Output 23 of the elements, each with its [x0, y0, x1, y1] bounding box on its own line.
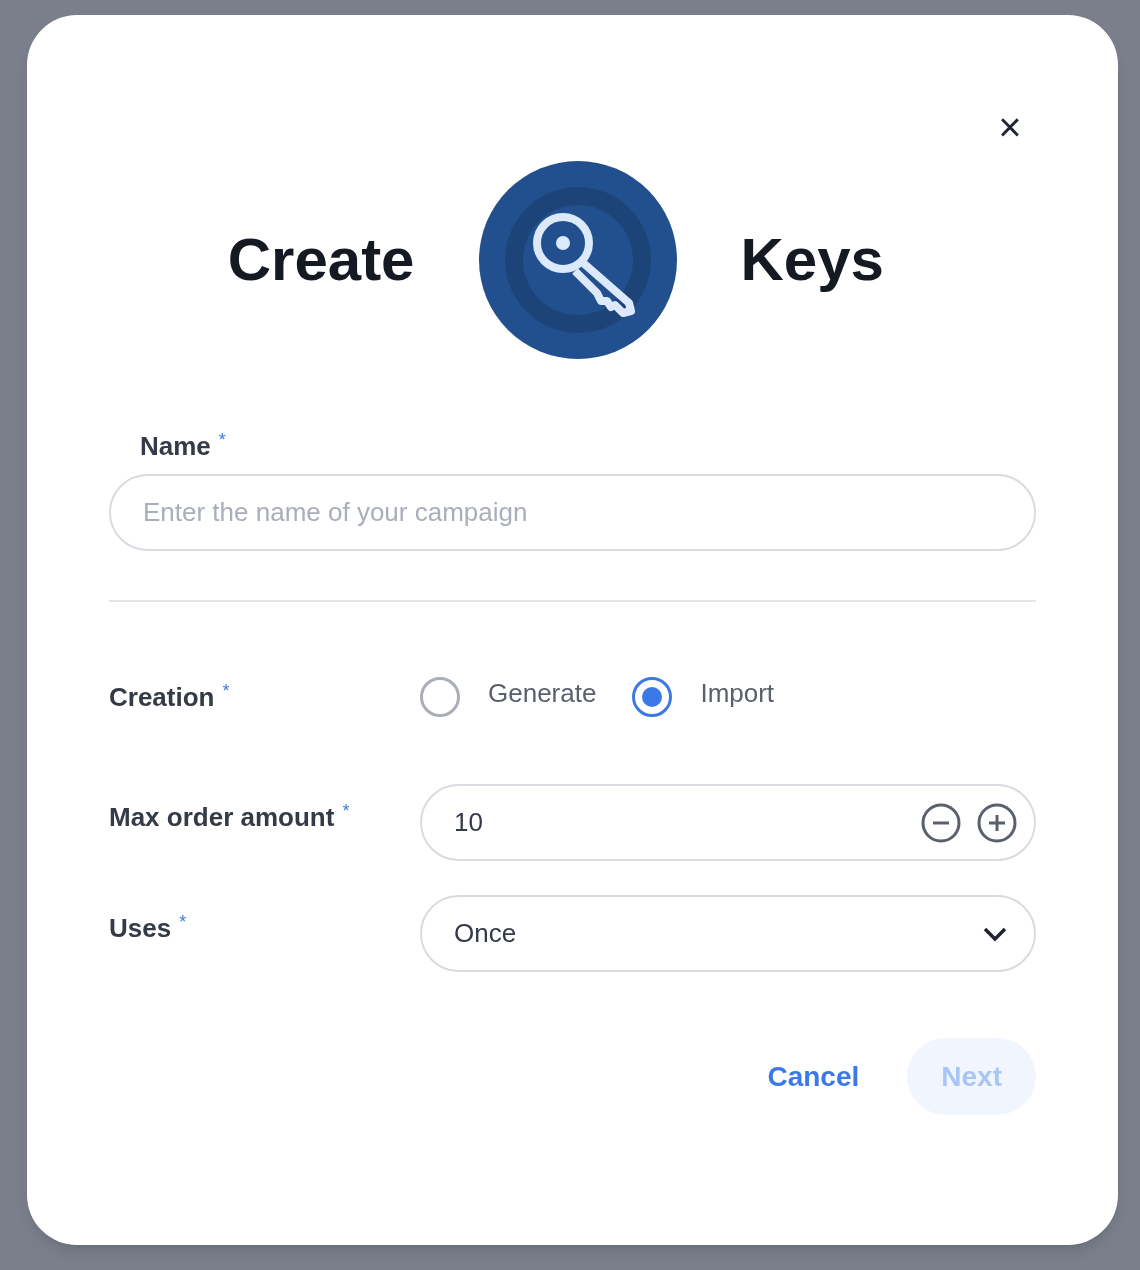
field-label: Name — [140, 430, 211, 463]
cancel-button[interactable]: Cancel — [767, 1038, 860, 1115]
radio-button[interactable] — [632, 677, 673, 717]
minus-icon[interactable] — [920, 801, 962, 844]
dialog-title: Create — [226, 225, 415, 295]
plus-icon[interactable] — [976, 801, 1018, 844]
field-label: Uses — [109, 912, 172, 945]
dialog-title: Keys — [740, 225, 885, 295]
required-mark: * — [218, 429, 226, 452]
close-button[interactable]: × — [990, 107, 1030, 147]
name-input[interactable]: Enter the name of your campaign — [109, 474, 1036, 551]
field-label: Max order amount — [109, 801, 335, 834]
required-mark: * — [179, 911, 187, 934]
radio-button[interactable] — [420, 677, 460, 717]
field-label: Creation — [109, 680, 215, 714]
required-mark: * — [342, 800, 350, 823]
required-mark: * — [222, 679, 230, 703]
radio-label: Generate — [488, 676, 597, 710]
chevron-down-icon — [982, 925, 1008, 942]
uses-dropdown[interactable]: Once — [420, 895, 1036, 972]
radio-label: Import — [700, 676, 775, 710]
number-input[interactable]: 10 — [420, 784, 1036, 861]
key-icon — [478, 161, 677, 359]
